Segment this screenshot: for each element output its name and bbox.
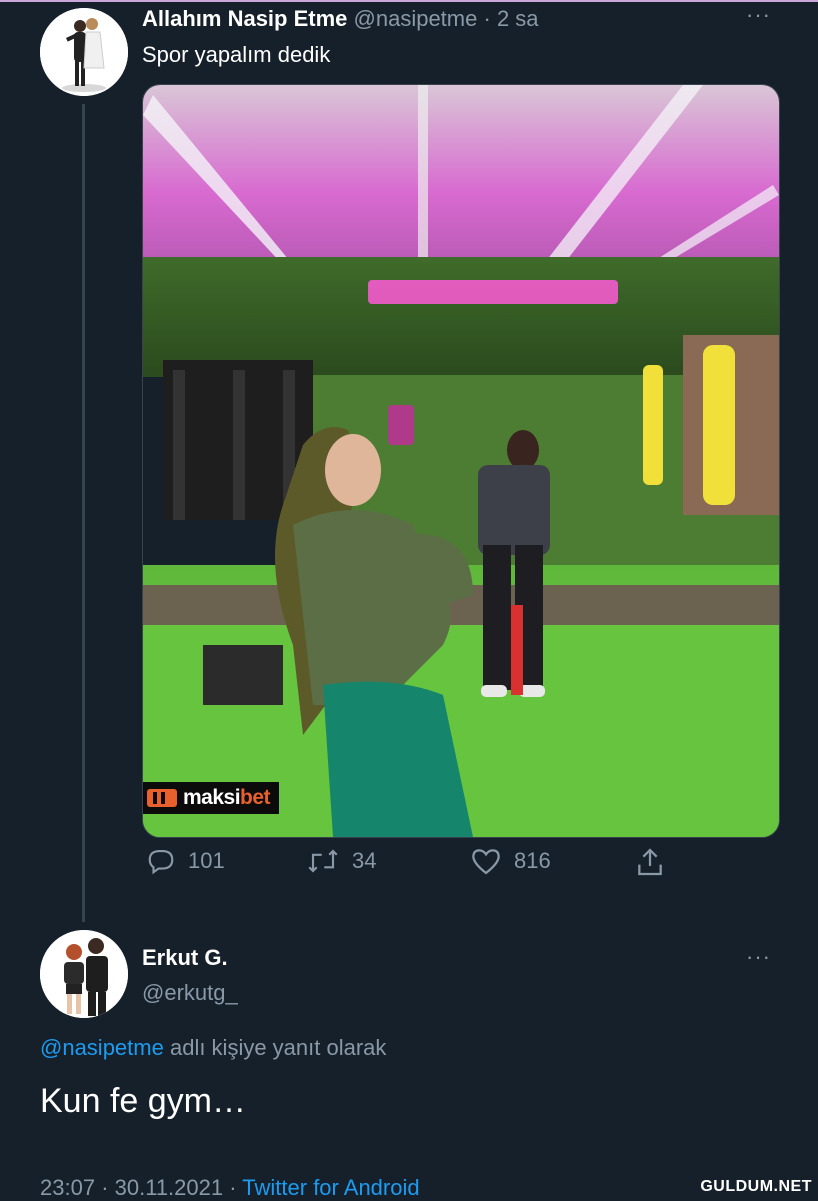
maksibet-prefix: maksi [183,786,241,809]
reply-icon[interactable] [146,846,176,876]
reply-to-link[interactable]: @nasipetme [40,1035,164,1060]
tweet1-handle[interactable]: @nasipetme [354,6,478,31]
reply-to-label: adlı kişiye yanıt olarak [169,1035,387,1060]
tweet2-time[interactable]: 23:07 [40,1175,95,1200]
maksibet-logo-icon [147,789,177,807]
thread-line [82,104,85,922]
tweet1-separator: · [483,6,491,31]
tweet2-handle[interactable]: @erkutg_ [142,980,238,1006]
retweet-count: 34 [352,848,377,873]
tweet1-author[interactable]: Allahım Nasip Etme @nasipetme · 2 sa [142,6,539,32]
avatar-erkutg[interactable] [40,930,128,1018]
reply-context: @nasipetme adlı kişiye yanıt olarak [40,1035,386,1061]
retweet-button[interactable]: 34 [306,846,376,876]
tweet2-source[interactable]: Twitter for Android [242,1175,419,1200]
tweet2-display-name[interactable]: Erkut G. [142,945,228,971]
tweet1-media-image[interactable] [142,84,780,838]
site-watermark: GULDUM.NET [700,1178,812,1195]
reply-count: 101 [188,848,225,873]
more-icon[interactable]: ··· [746,2,771,28]
share-icon[interactable] [634,846,666,878]
like-button[interactable]: 816 [470,846,551,876]
more-icon[interactable]: ··· [746,944,771,970]
maksibet-watermark: maksibet [143,782,279,814]
tweet1-display-name[interactable]: Allahım Nasip Etme [142,6,347,31]
avatar-nasipetme[interactable] [40,8,128,96]
like-icon[interactable] [470,846,502,876]
retweet-icon[interactable] [306,846,340,876]
top-accent-line [0,0,818,2]
tweet1-text: Spor yapalım dedik [142,42,331,67]
tweet2-text: Kun fe gym… [40,1082,246,1120]
tweet1-time[interactable]: 2 sa [497,6,539,31]
like-count: 816 [514,848,551,873]
meta-separator: · [101,1175,109,1200]
tweet2-meta: 23:07 · 30.11.2021 · Twitter for Android [40,1175,420,1201]
share-button[interactable] [634,846,666,878]
reply-button[interactable]: 101 [146,846,225,876]
maksibet-suffix: bet [240,786,271,809]
meta-separator: · [229,1175,237,1200]
tweet2-date[interactable]: 30.11.2021 [115,1175,223,1200]
